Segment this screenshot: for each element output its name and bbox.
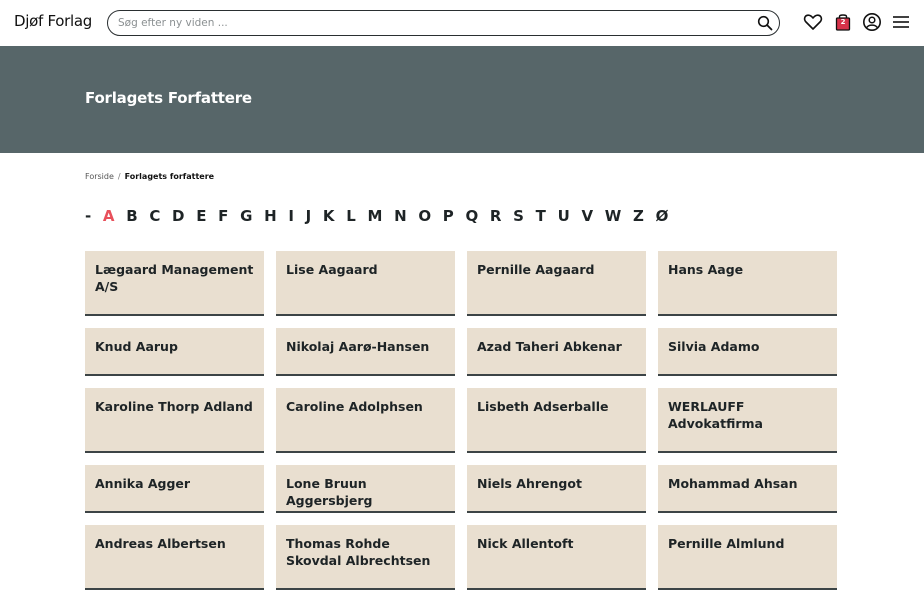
author-card[interactable]: Nick Allentoft — [467, 525, 646, 590]
alphabet-letter-c[interactable]: C — [149, 207, 160, 225]
search-bar[interactable] — [107, 10, 780, 36]
breadcrumb-home-link[interactable]: Forside — [85, 172, 114, 181]
alphabet-letter-d[interactable]: D — [172, 207, 184, 225]
author-card[interactable]: Silvia Adamo — [658, 328, 837, 376]
user-account-icon[interactable] — [862, 12, 882, 32]
alphabet-letter-s[interactable]: S — [513, 207, 524, 225]
search-input[interactable] — [118, 15, 738, 31]
hamburger-menu-icon[interactable] — [891, 12, 911, 32]
alphabet-letter-i[interactable]: I — [288, 207, 294, 225]
alphabet-letter-k[interactable]: K — [323, 207, 335, 225]
author-card[interactable]: Pernille Aagaard — [467, 251, 646, 316]
search-icon[interactable] — [757, 15, 773, 31]
alphabet-letter-dash[interactable]: - — [85, 207, 91, 225]
alphabet-letter-n[interactable]: N — [394, 207, 407, 225]
alphabet-letter-e[interactable]: E — [196, 207, 206, 225]
alphabet-letter-v[interactable]: V — [581, 207, 593, 225]
alphabet-letter-f[interactable]: F — [218, 207, 228, 225]
author-card[interactable]: Knud Aarup — [85, 328, 264, 376]
alphabet-letter-t[interactable]: T — [536, 207, 546, 225]
author-card[interactable]: Pernille Almlund — [658, 525, 837, 590]
alphabet-letter-p[interactable]: P — [443, 207, 454, 225]
breadcrumb-current: Forlagets forfattere — [124, 172, 215, 181]
alphabet-letter-h[interactable]: H — [264, 207, 277, 225]
site-logo[interactable]: Djøf Forlag — [14, 12, 92, 30]
author-card[interactable]: WERLAUFF Advokatfirma — [658, 388, 837, 453]
cart-count-badge: 2 — [840, 18, 846, 26]
alphabet-letter-z[interactable]: Z — [633, 207, 644, 225]
page-banner: Forlagets Forfattere — [0, 46, 924, 153]
author-card[interactable]: Andreas Albertsen — [85, 525, 264, 590]
author-card[interactable]: Lægaard Management A/S — [85, 251, 264, 316]
breadcrumb-separator: / — [117, 172, 121, 181]
author-card[interactable]: Mohammad Ahsan — [658, 465, 837, 513]
alphabet-letter-b[interactable]: B — [126, 207, 137, 225]
alphabet-letter-l[interactable]: L — [346, 207, 356, 225]
alphabet-letter-j[interactable]: J — [306, 207, 312, 225]
author-card[interactable]: Thomas Rohde Skovdal Albrechtsen — [276, 525, 455, 590]
author-card[interactable]: Lone Bruun Aggersbjerg — [276, 465, 455, 513]
author-card[interactable]: Annika Agger — [85, 465, 264, 513]
breadcrumb: Forside / Forlagets forfattere — [85, 172, 214, 181]
author-card[interactable]: Niels Ahrengot — [467, 465, 646, 513]
alphabet-filter: -ABCDEFGHIJKLMNOPQRSTUVWZØ — [85, 207, 680, 225]
alphabet-letter-a[interactable]: A — [103, 207, 115, 225]
shopping-bag-button[interactable]: 2 — [833, 12, 853, 32]
alphabet-letter-ø[interactable]: Ø — [656, 207, 669, 225]
site-header: Djøf Forlag 2 — [0, 0, 924, 46]
author-card[interactable]: Lise Aagaard — [276, 251, 455, 316]
author-card[interactable]: Hans Aage — [658, 251, 837, 316]
heart-icon[interactable] — [803, 12, 823, 32]
author-card[interactable]: Nikolaj Aarø-Hansen — [276, 328, 455, 376]
page-title: Forlagets Forfattere — [85, 89, 252, 107]
alphabet-letter-g[interactable]: G — [240, 207, 252, 225]
author-card[interactable]: Lisbeth Adserballe — [467, 388, 646, 453]
alphabet-letter-w[interactable]: W — [605, 207, 622, 225]
author-card[interactable]: Karoline Thorp Adland — [85, 388, 264, 453]
author-card[interactable]: Caroline Adolphsen — [276, 388, 455, 453]
alphabet-letter-r[interactable]: R — [490, 207, 502, 225]
alphabet-letter-q[interactable]: Q — [465, 207, 478, 225]
alphabet-letter-u[interactable]: U — [558, 207, 570, 225]
author-card[interactable]: Azad Taheri Abkenar — [467, 328, 646, 376]
alphabet-letter-o[interactable]: O — [418, 207, 431, 225]
alphabet-letter-m[interactable]: M — [367, 207, 382, 225]
